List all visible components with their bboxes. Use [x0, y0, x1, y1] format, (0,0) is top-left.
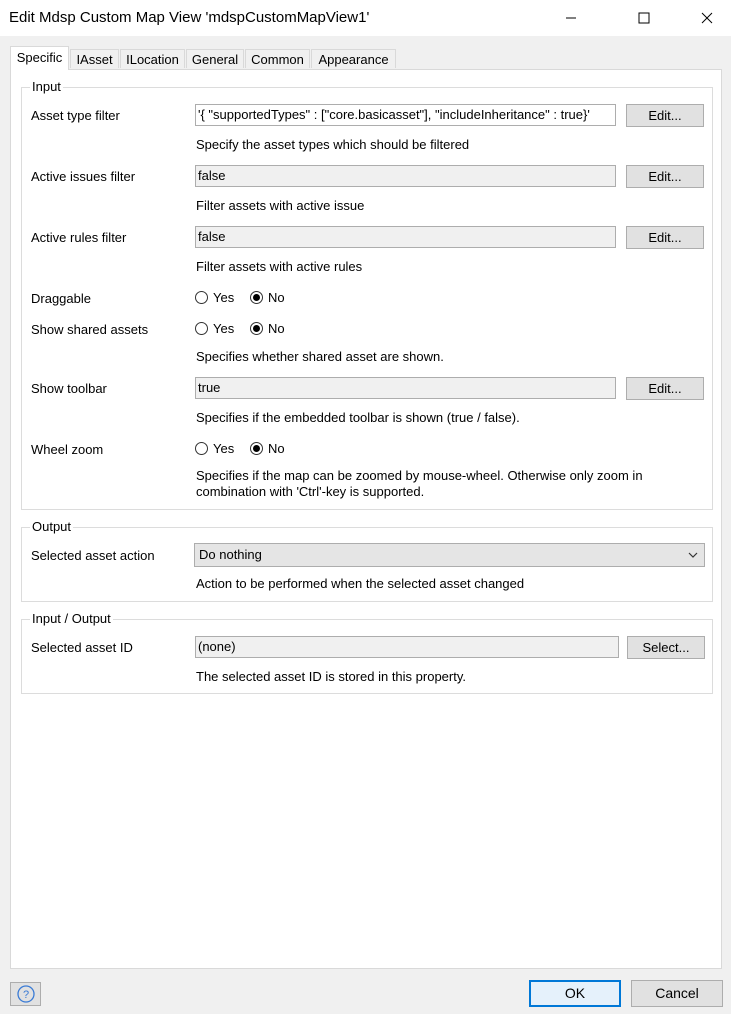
group-title: Input: [30, 79, 63, 94]
draggable-no-radio[interactable]: No: [250, 290, 285, 305]
selected-asset-action-label: Selected asset action: [31, 548, 155, 563]
active-issues-filter-field[interactable]: false: [195, 165, 616, 187]
show-shared-assets-yes-radio[interactable]: Yes: [195, 321, 234, 336]
close-button[interactable]: [684, 0, 730, 36]
radio-label: Yes: [213, 441, 235, 456]
tab-label: Common: [251, 52, 304, 67]
minimize-icon: [566, 17, 576, 19]
tab-appearance[interactable]: Appearance: [311, 49, 396, 68]
close-icon: [701, 12, 713, 24]
radio-circle-icon: [195, 442, 208, 455]
select-value: Do nothing: [199, 547, 262, 562]
show-shared-assets-hint: Specifies whether shared asset are shown…: [196, 349, 444, 364]
window-title: Edit Mdsp Custom Map View 'mdspCustomMap…: [9, 9, 370, 26]
radio-label: No: [268, 321, 285, 336]
cancel-button[interactable]: Cancel: [631, 980, 723, 1007]
svg-text:?: ?: [22, 989, 28, 1001]
tab-iasset[interactable]: IAsset: [70, 49, 119, 68]
radio-circle-icon: [195, 291, 208, 304]
draggable-yes-radio[interactable]: Yes: [195, 290, 234, 305]
asset-type-filter-field[interactable]: '{ "supportedTypes" : ["core.basicasset"…: [195, 104, 616, 126]
minimize-button[interactable]: [548, 0, 594, 36]
asset-type-filter-edit-button[interactable]: Edit...: [626, 104, 704, 127]
wheel-zoom-label: Wheel zoom: [31, 442, 104, 457]
tab-general[interactable]: General: [186, 49, 244, 68]
selected-asset-id-select-button[interactable]: Select...: [627, 636, 705, 659]
tab-label: IAsset: [76, 52, 113, 67]
radio-label: No: [268, 441, 285, 456]
tab-ilocation[interactable]: ILocation: [120, 49, 185, 68]
title-bar: Edit Mdsp Custom Map View 'mdspCustomMap…: [0, 0, 731, 36]
group-title: Output: [30, 519, 74, 534]
show-toolbar-hint: Specifies if the embedded toolbar is sho…: [196, 410, 520, 425]
help-button[interactable]: ?: [10, 982, 41, 1006]
chevron-down-icon: [688, 552, 698, 558]
maximize-icon: [638, 12, 650, 24]
active-issues-filter-label: Active issues filter: [31, 169, 136, 184]
show-toolbar-label: Show toolbar: [31, 381, 107, 396]
input-output-group: Input / Output Selected asset ID (none) …: [21, 611, 713, 694]
group-title: Input / Output: [30, 611, 113, 626]
show-toolbar-edit-button[interactable]: Edit...: [626, 377, 704, 400]
wheel-zoom-yes-radio[interactable]: Yes: [195, 441, 234, 456]
tab-common[interactable]: Common: [245, 49, 310, 68]
selected-asset-id-label: Selected asset ID: [31, 640, 133, 655]
tab-label: General: [191, 52, 239, 67]
output-group: Output Selected asset action Do nothing …: [21, 519, 713, 602]
tab-label: Appearance: [318, 52, 389, 67]
input-group: Input Asset type filter '{ "supportedTyp…: [21, 79, 713, 510]
tab-label: ILocation: [126, 52, 179, 67]
radio-checked-icon: [250, 442, 263, 455]
active-rules-filter-label: Active rules filter: [31, 230, 127, 245]
tab-label: Specific: [16, 50, 63, 65]
wheel-zoom-hint-line2: combination with 'Ctrl'-key is supported…: [196, 484, 425, 499]
active-rules-filter-field[interactable]: false: [195, 226, 616, 248]
active-rules-filter-hint: Filter assets with active rules: [196, 259, 363, 274]
radio-checked-icon: [250, 291, 263, 304]
active-rules-filter-edit-button[interactable]: Edit...: [626, 226, 704, 249]
radio-label: Yes: [213, 321, 235, 336]
tab-specific[interactable]: Specific: [10, 46, 69, 70]
ok-button[interactable]: OK: [529, 980, 621, 1007]
active-issues-filter-hint: Filter assets with active issue: [196, 198, 365, 213]
draggable-label: Draggable: [31, 291, 91, 306]
help-icon: ?: [16, 985, 35, 1003]
selected-asset-id-field[interactable]: (none): [195, 636, 619, 658]
show-shared-assets-label: Show shared assets: [31, 322, 149, 337]
show-toolbar-field[interactable]: true: [195, 377, 616, 399]
radio-label: Yes: [213, 290, 235, 305]
wheel-zoom-no-radio[interactable]: No: [250, 441, 285, 456]
maximize-button[interactable]: [621, 0, 667, 36]
radio-checked-icon: [250, 322, 263, 335]
radio-circle-icon: [195, 322, 208, 335]
selected-asset-action-hint: Action to be performed when the selected…: [196, 576, 525, 591]
asset-type-filter-label: Asset type filter: [31, 108, 120, 123]
active-issues-filter-edit-button[interactable]: Edit...: [626, 165, 704, 188]
radio-label: No: [268, 290, 285, 305]
show-shared-assets-no-radio[interactable]: No: [250, 321, 285, 336]
asset-type-filter-hint: Specify the asset types which should be …: [196, 137, 470, 152]
selected-asset-action-select[interactable]: Do nothing: [194, 543, 705, 567]
selected-asset-id-hint: The selected asset ID is stored in this …: [196, 669, 466, 684]
tab-panel-specific: Input Asset type filter '{ "supportedTyp…: [10, 69, 722, 969]
wheel-zoom-hint-line1: Specifies if the map can be zoomed by mo…: [196, 468, 643, 483]
